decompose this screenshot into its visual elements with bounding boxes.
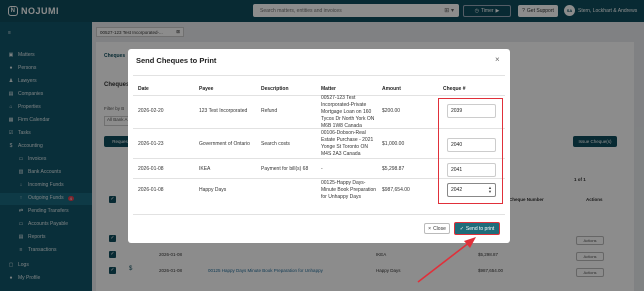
annotation-arrow [417, 237, 476, 283]
arrow-head [464, 237, 476, 248]
arrow-line [417, 241, 471, 283]
